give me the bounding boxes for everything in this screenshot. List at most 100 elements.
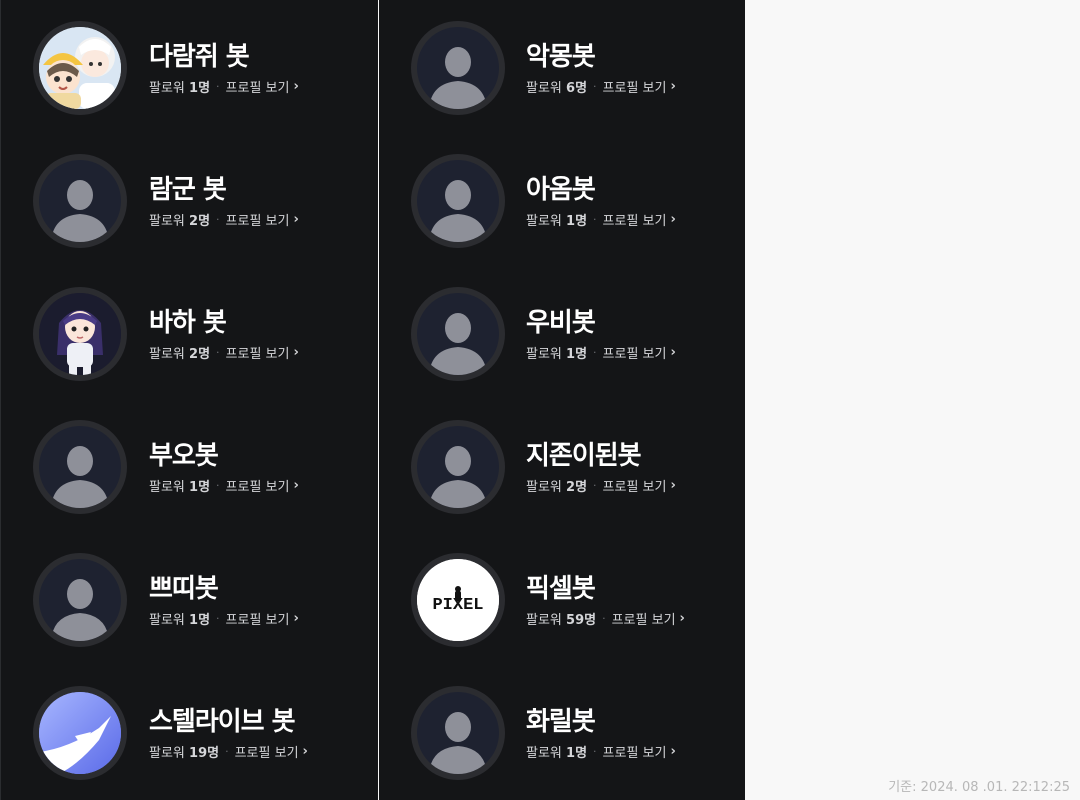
default-user-icon	[429, 446, 487, 508]
view-profile-label: 프로필 보기	[602, 347, 667, 362]
followers-label: 팔로워	[149, 613, 185, 628]
separator-dot: ·	[216, 479, 220, 492]
bot-meta: 팔로워 1명 · 프로필 보기 ›	[526, 210, 676, 229]
separator-dot: ·	[593, 80, 597, 93]
bot-meta: 팔로워 1명 · 프로필 보기 ›	[149, 77, 299, 96]
bot-card-stellive[interactable]: 스텔라이브 봇 팔로워 19명 · 프로필 보기 ›	[1, 665, 378, 798]
bot-name: 지존이된봇	[526, 441, 642, 471]
separator-dot: ·	[602, 612, 606, 625]
view-profile-link[interactable]: 프로필 보기 ›	[226, 476, 299, 495]
followers-count: 2명	[566, 480, 588, 495]
view-profile-link[interactable]: 프로필 보기 ›	[235, 742, 308, 761]
pixel-logo-text: PIXEL	[432, 596, 483, 615]
default-user-icon	[429, 313, 487, 375]
view-profile-label: 프로필 보기	[234, 746, 299, 761]
bot-name: 쁘띠봇	[149, 574, 219, 604]
followers-label: 팔로워	[149, 214, 185, 229]
chevron-right-icon: ›	[293, 212, 299, 227]
separator-dot: ·	[225, 745, 229, 758]
followers-label: 팔로워	[526, 480, 562, 495]
separator-dot: ·	[593, 213, 597, 226]
followers-count: 1명	[189, 81, 211, 96]
bot-name: 화릴봇	[526, 707, 596, 737]
separator-dot: ·	[593, 479, 597, 492]
pixel-logo-icon: PIXEL	[417, 559, 499, 641]
followers-count: 1명	[566, 347, 588, 362]
bot-name: 람군 봇	[149, 175, 227, 205]
squirrel-character-icon	[39, 27, 121, 109]
view-profile-link[interactable]: 프로필 보기 ›	[226, 609, 299, 628]
bot-card-petit[interactable]: 쁘띠봇 팔로워 1명 · 프로필 보기 ›	[1, 532, 378, 665]
chevron-right-icon: ›	[293, 611, 299, 626]
view-profile-link[interactable]: 프로필 보기 ›	[612, 609, 685, 628]
bot-meta: 팔로워 2명 · 프로필 보기 ›	[149, 210, 299, 229]
bot-name: 우비봇	[526, 308, 596, 338]
view-profile-link[interactable]: 프로필 보기 ›	[226, 343, 299, 362]
followers-label: 팔로워	[149, 347, 185, 362]
followers-count: 6명	[566, 81, 588, 96]
bot-card-aom[interactable]: 아옴봇 팔로워 1명 · 프로필 보기 ›	[379, 133, 745, 266]
avatar[interactable]	[33, 686, 127, 780]
bot-list-left-column: 다람쥐 봇 팔로워 1명 · 프로필 보기 › 람군 봇 팔로워 2명 · 프로필…	[0, 0, 378, 800]
bot-card-ubi[interactable]: 우비봇 팔로워 1명 · 프로필 보기 ›	[379, 266, 745, 399]
view-profile-link[interactable]: 프로필 보기 ›	[603, 343, 676, 362]
avatar[interactable]	[411, 420, 505, 514]
bot-meta: 팔로워 2명 · 프로필 보기 ›	[526, 476, 676, 495]
view-profile-label: 프로필 보기	[225, 81, 290, 96]
followers-count: 1명	[189, 613, 211, 628]
followers-label: 팔로워	[149, 81, 185, 96]
default-user-icon	[51, 180, 109, 242]
girl-character-icon	[39, 293, 121, 375]
snapshot-timestamp: 기준: 2024. 08 .01. 22:12:25	[888, 780, 1070, 795]
view-profile-label: 프로필 보기	[225, 347, 290, 362]
separator-dot: ·	[593, 346, 597, 359]
view-profile-link[interactable]: 프로필 보기 ›	[603, 476, 676, 495]
separator-dot: ·	[216, 612, 220, 625]
followers-count: 59명	[566, 613, 597, 628]
view-profile-link[interactable]: 프로필 보기 ›	[603, 742, 676, 761]
chevron-right-icon: ›	[293, 345, 299, 360]
avatar[interactable]	[33, 154, 127, 248]
default-user-icon	[429, 712, 487, 774]
bot-meta: 팔로워 1명 · 프로필 보기 ›	[526, 742, 676, 761]
bot-name: 아옴봇	[526, 175, 596, 205]
avatar[interactable]	[33, 553, 127, 647]
view-profile-link[interactable]: 프로필 보기 ›	[226, 77, 299, 96]
avatar[interactable]	[411, 686, 505, 780]
bot-card-hwaril[interactable]: 화릴봇 팔로워 1명 · 프로필 보기 ›	[379, 665, 745, 798]
view-profile-link[interactable]: 프로필 보기 ›	[226, 210, 299, 229]
avatar[interactable]	[411, 154, 505, 248]
chevron-right-icon: ›	[670, 345, 676, 360]
stellive-logo-icon	[39, 692, 121, 774]
view-profile-link[interactable]: 프로필 보기 ›	[603, 210, 676, 229]
bot-card-baha[interactable]: 바하 봇 팔로워 2명 · 프로필 보기 ›	[1, 266, 378, 399]
chevron-right-icon: ›	[670, 478, 676, 493]
bot-card-ramgun[interactable]: 람군 봇 팔로워 2명 · 프로필 보기 ›	[1, 133, 378, 266]
view-profile-link[interactable]: 프로필 보기 ›	[603, 77, 676, 96]
chevron-right-icon: ›	[679, 611, 685, 626]
avatar[interactable]	[33, 420, 127, 514]
view-profile-label: 프로필 보기	[602, 214, 667, 229]
view-profile-label: 프로필 보기	[225, 480, 290, 495]
bot-name: 픽셀봇	[526, 574, 596, 604]
avatar[interactable]: PIXEL	[411, 553, 505, 647]
bot-meta: 팔로워 1명 · 프로필 보기 ›	[526, 343, 676, 362]
chevron-right-icon: ›	[293, 478, 299, 493]
bot-card-pixel[interactable]: PIXEL 픽셀봇 팔로워 59명 · 프로필 보기 ›	[379, 532, 745, 665]
bot-meta: 팔로워 19명 · 프로필 보기 ›	[149, 742, 308, 761]
separator-dot: ·	[216, 80, 220, 93]
separator-dot: ·	[593, 745, 597, 758]
followers-label: 팔로워	[149, 746, 185, 761]
bot-card-jijon[interactable]: 지존이된봇 팔로워 2명 · 프로필 보기 ›	[379, 399, 745, 532]
avatar[interactable]	[33, 21, 127, 115]
view-profile-label: 프로필 보기	[602, 480, 667, 495]
bot-name: 바하 봇	[149, 308, 227, 338]
avatar[interactable]	[33, 287, 127, 381]
avatar[interactable]	[411, 21, 505, 115]
bot-card-buo[interactable]: 부오봇 팔로워 1명 · 프로필 보기 ›	[1, 399, 378, 532]
bot-card-nightmare[interactable]: 악몽봇 팔로워 6명 · 프로필 보기 ›	[379, 0, 745, 133]
bot-card-daramjwi[interactable]: 다람쥐 봇 팔로워 1명 · 프로필 보기 ›	[1, 0, 378, 133]
view-profile-label: 프로필 보기	[602, 746, 667, 761]
chevron-right-icon: ›	[293, 79, 299, 94]
avatar[interactable]	[411, 287, 505, 381]
